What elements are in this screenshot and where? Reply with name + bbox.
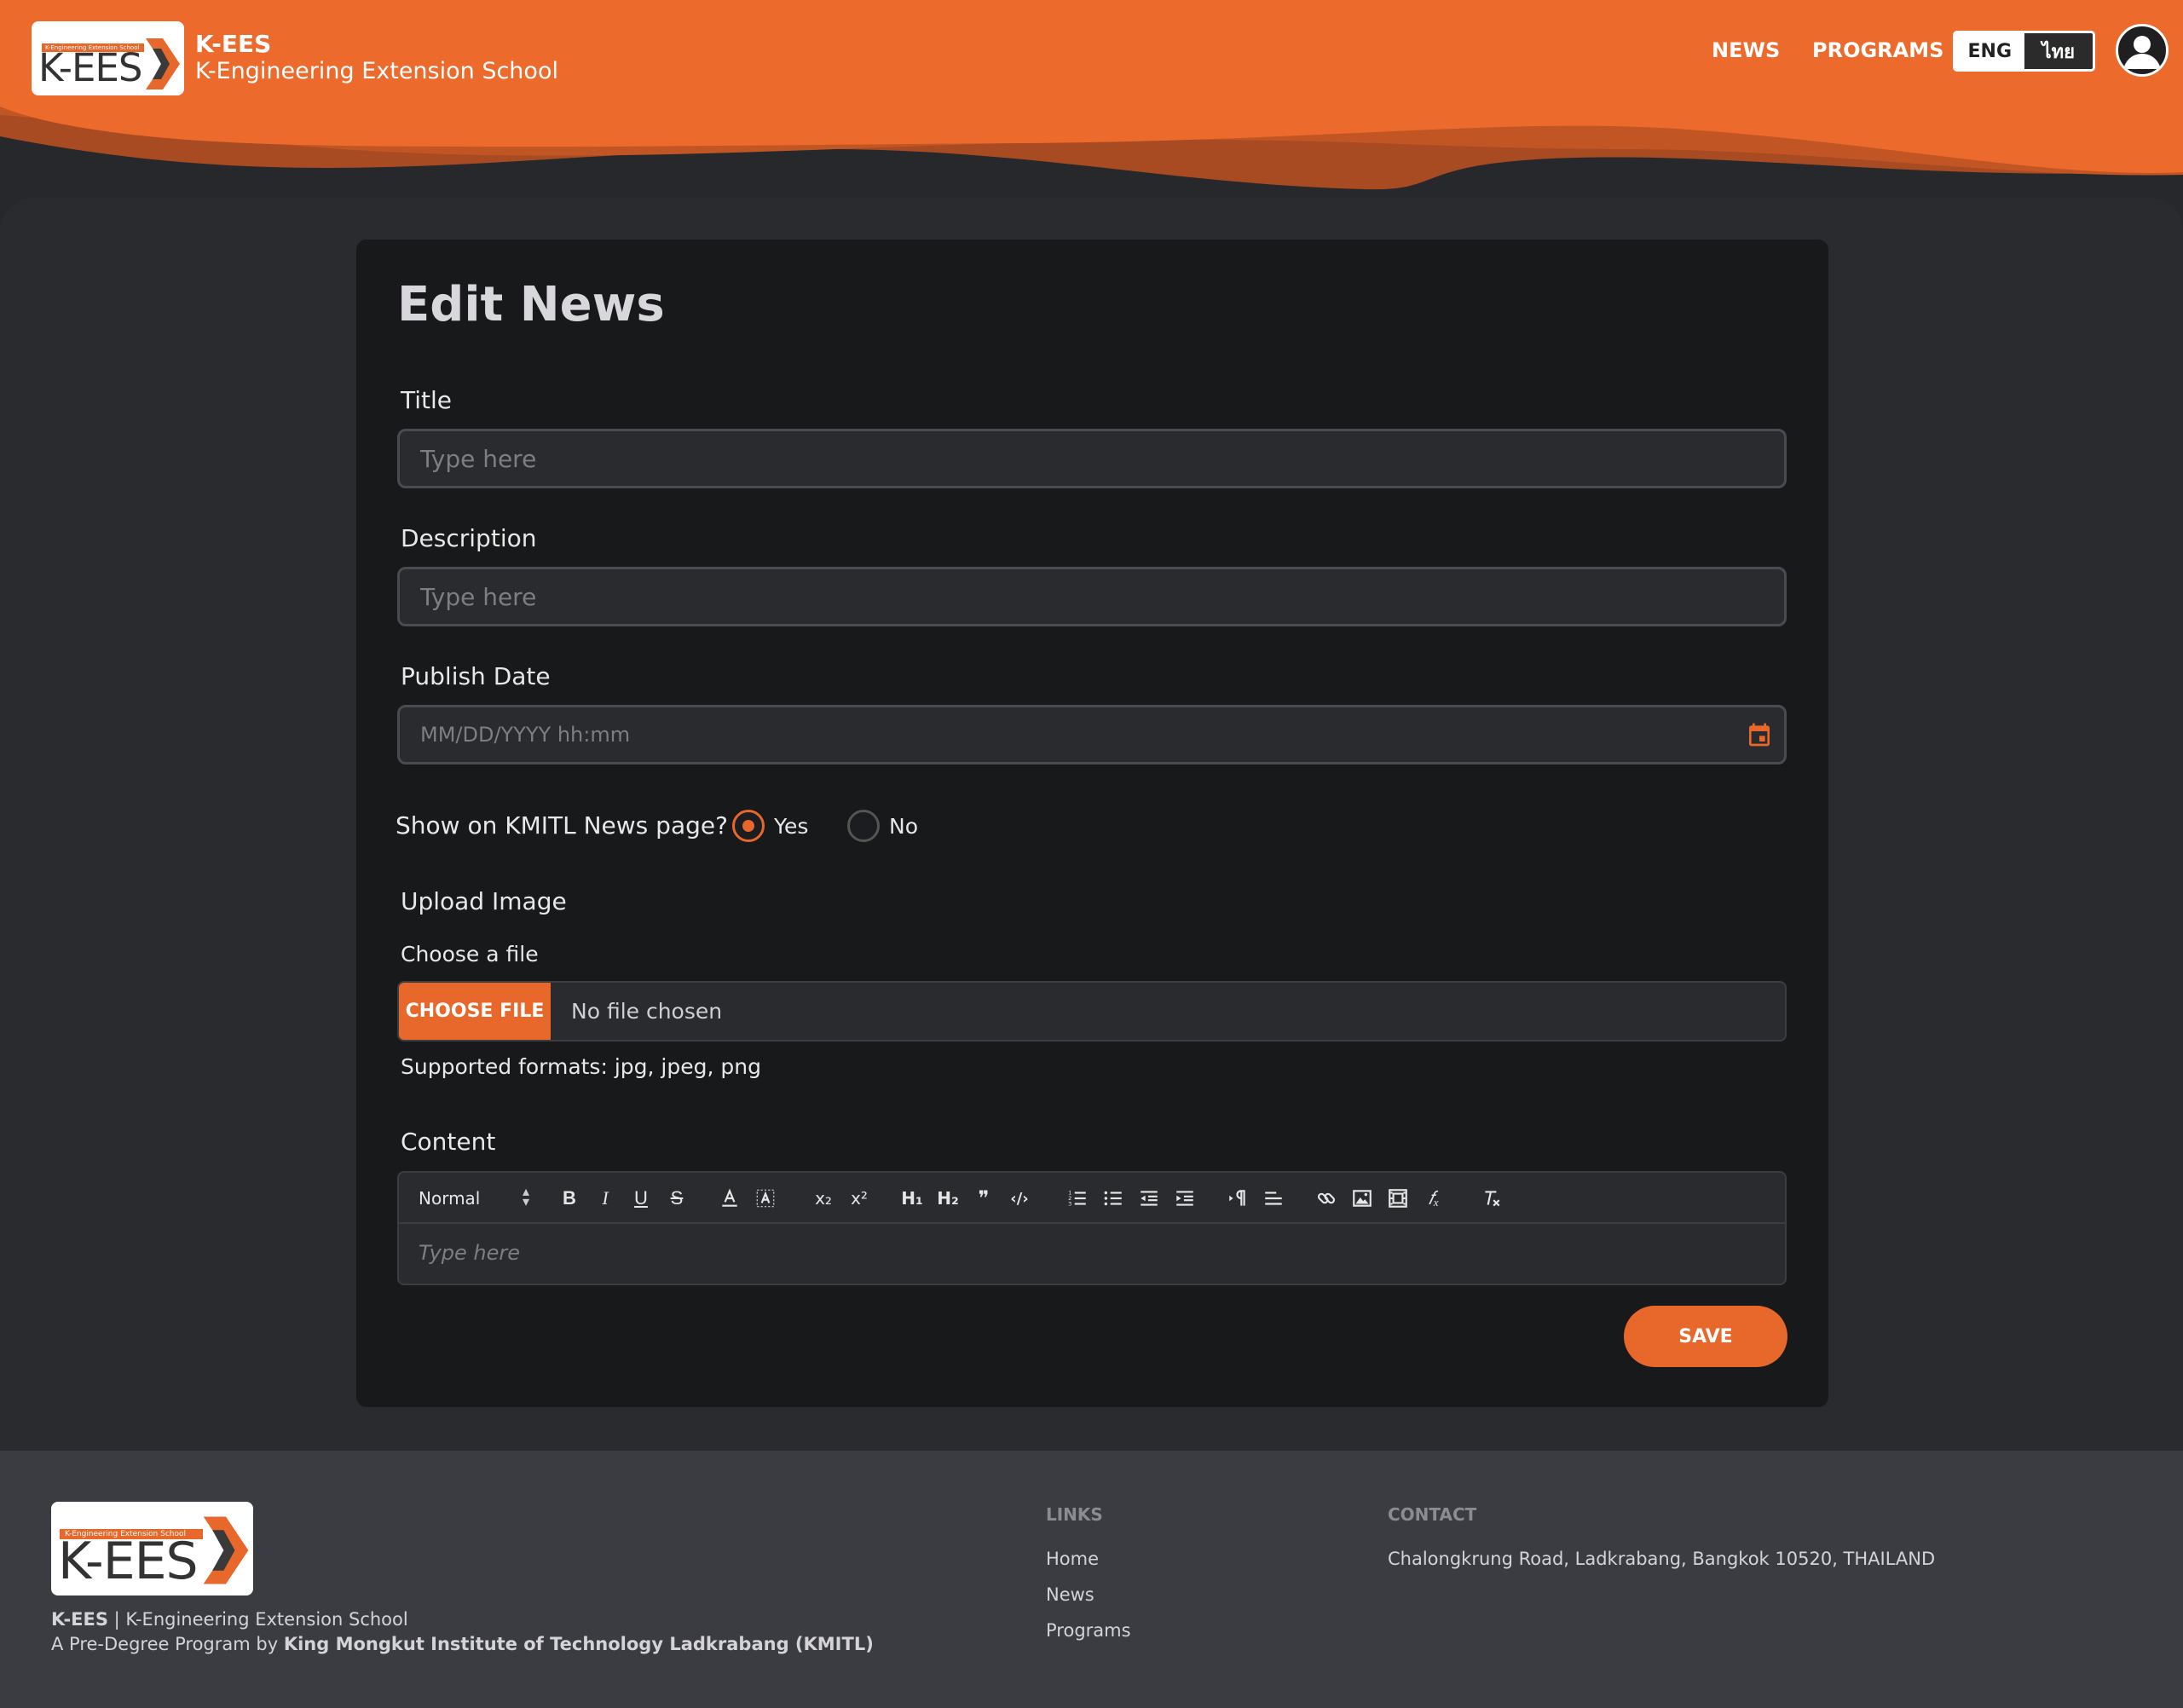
radio-yes-label[interactable]: Yes [774, 814, 808, 839]
image-icon[interactable] [1348, 1185, 1377, 1212]
lang-thai-option[interactable]: ไทย [2024, 33, 2093, 69]
brand-title[interactable]: K-EES [195, 30, 271, 58]
bold-button[interactable]: B [555, 1185, 584, 1212]
link-icon[interactable] [1312, 1185, 1341, 1212]
upload-image-label: Upload Image [401, 887, 567, 915]
description-label: Description [401, 524, 537, 552]
choose-file-button[interactable]: CHOOSE FILE [399, 983, 551, 1040]
choose-file-label: Choose a file [401, 942, 539, 967]
footer-logo-text: K-EES [58, 1532, 199, 1591]
supported-formats-text: Supported formats: jpg, jpeg, png [401, 1054, 761, 1079]
nav-news-link[interactable]: NEWS [1712, 38, 1780, 62]
publish-date-label: Publish Date [401, 662, 551, 690]
site-footer [0, 1451, 2183, 1708]
radio-no[interactable] [847, 810, 880, 842]
footer-address: Chalongkrung Road, Ladkrabang, Bangkok 1… [1388, 1549, 1936, 1569]
formula-button[interactable]: 𝑓ₓ [1419, 1185, 1448, 1212]
header-wave-background [0, 0, 2183, 196]
code-block-button[interactable]: ‹/› [1005, 1185, 1034, 1212]
title-label: Title [401, 386, 453, 414]
indent-icon[interactable] [1170, 1185, 1199, 1212]
nav-programs-link[interactable]: PROGRAMS [1812, 38, 1943, 62]
file-status-text: No file chosen [571, 999, 723, 1024]
rich-text-editor[interactable]: Normal ▴▾ B I U S x₂ x² H₁ H₂ ❞ ‹/› 123 [397, 1171, 1787, 1285]
footer-link-home[interactable]: Home [1046, 1549, 1099, 1569]
superscript-button[interactable]: x² [845, 1185, 874, 1212]
calendar-icon[interactable] [1746, 721, 1773, 748]
publish-date-input[interactable] [397, 705, 1787, 765]
italic-button[interactable]: I [591, 1185, 620, 1212]
radio-yes[interactable] [732, 810, 765, 842]
file-input[interactable]: CHOOSE FILE No file chosen [397, 981, 1787, 1042]
header-logo[interactable]: K-Engineering Extension School K-EES [32, 21, 184, 95]
footer-institute-name: King Mongkut Institute of Technology Lad… [283, 1634, 874, 1654]
brand-subtitle: K-Engineering Extension School [195, 58, 558, 84]
save-button[interactable]: SAVE [1624, 1306, 1787, 1367]
clear-format-icon[interactable] [1477, 1185, 1506, 1212]
footer-contact-heading: CONTACT [1388, 1504, 1477, 1525]
background-color-icon[interactable] [751, 1185, 780, 1212]
title-input[interactable] [397, 429, 1787, 488]
strike-button[interactable]: S [662, 1185, 691, 1212]
footer-brand-rest: | K-Engineering Extension School [107, 1609, 408, 1630]
page-title: Edit News [397, 277, 665, 332]
text-color-icon[interactable] [715, 1185, 744, 1212]
footer-program-line: A Pre-Degree Program by King Mongkut Ins… [51, 1634, 874, 1654]
site-header: K-Engineering Extension School K-EES K-E… [0, 0, 2183, 196]
align-icon[interactable] [1259, 1185, 1288, 1212]
editor-content-area[interactable]: Type here [419, 1241, 520, 1265]
radio-no-label[interactable]: No [889, 814, 918, 839]
footer-brand-bold: K-EES [51, 1609, 108, 1630]
user-avatar-icon[interactable] [2116, 24, 2169, 77]
blockquote-button[interactable]: ❞ [969, 1185, 998, 1212]
language-toggle[interactable]: ENG ไทย [1953, 31, 2095, 72]
ordered-list-icon[interactable]: 123 [1063, 1185, 1092, 1212]
footer-logo[interactable]: K-Engineering Extension School K-EES [51, 1502, 253, 1595]
editor-toolbar: Normal ▴▾ B I U S x₂ x² H₁ H₂ ❞ ‹/› 123 [399, 1173, 1785, 1224]
bullet-list-icon[interactable] [1099, 1185, 1128, 1212]
lang-eng-option[interactable]: ENG [1955, 33, 2024, 69]
content-label: Content [401, 1128, 496, 1156]
outdent-icon[interactable] [1135, 1185, 1164, 1212]
show-on-kmitl-question: Show on KMITL News page? [396, 811, 728, 840]
footer-link-news[interactable]: News [1046, 1584, 1094, 1605]
footer-program-prefix: A Pre-Degree Program by [51, 1634, 284, 1654]
text-direction-icon[interactable] [1223, 1185, 1252, 1212]
format-select[interactable]: Normal ▴ ▾ [419, 1185, 529, 1212]
subscript-button[interactable]: x₂ [809, 1185, 838, 1212]
footer-link-programs[interactable]: Programs [1046, 1620, 1131, 1641]
select-arrows-icon: ▴ ▾ [522, 1183, 529, 1209]
logo-text: K-EES [38, 45, 142, 90]
footer-links-heading: LINKS [1046, 1504, 1103, 1525]
heading-1-button[interactable]: H₁ [898, 1185, 927, 1212]
footer-brand-line: K-EES | K-Engineering Extension School [51, 1609, 408, 1630]
description-input[interactable] [397, 567, 1787, 626]
footer-logo-chevron-icon [203, 1516, 249, 1584]
logo-chevron-icon [146, 38, 180, 89]
svg-text:3: 3 [1068, 1201, 1071, 1208]
format-select-value: Normal [419, 1188, 481, 1209]
heading-2-button[interactable]: H₂ [933, 1185, 962, 1212]
underline-button[interactable]: U [627, 1185, 655, 1212]
video-icon[interactable] [1383, 1185, 1412, 1212]
